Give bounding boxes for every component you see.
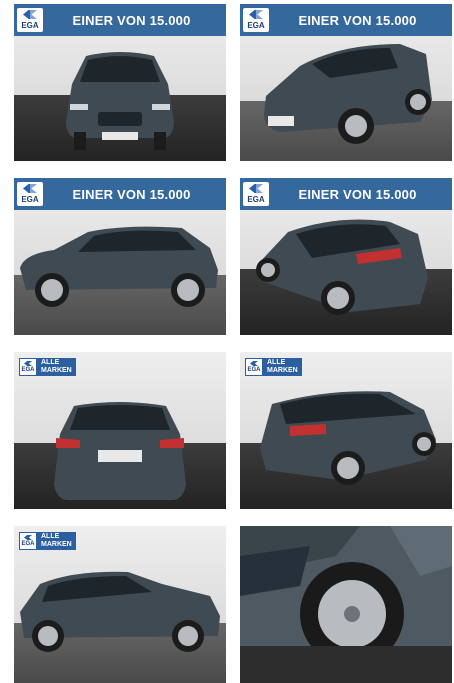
ega-logo: EGA [243, 8, 269, 32]
ega-logo: EGA [243, 182, 269, 206]
photo-rear-three-quarter-left[interactable]: EGA ALLE MARKEN [240, 352, 452, 509]
ega-logo: EGA [17, 182, 43, 206]
promo-banner-text: EINER VON 15.000 [298, 12, 417, 28]
ega-logo: EGA [17, 8, 43, 32]
promo-banner-text: EINER VON 15.000 [72, 186, 191, 202]
promo-banner: EGA EINER VON 15.000 [240, 178, 452, 210]
promo-banner-text: EINER VON 15.000 [298, 186, 417, 202]
photo-front-three-quarter[interactable]: EGA EINER VON 15.000 [240, 4, 452, 161]
photo-side[interactable]: EGA EINER VON 15.000 [14, 178, 226, 335]
alle-marken-badge: EGA ALLE MARKEN [245, 358, 302, 376]
promo-banner: EGA EINER VON 15.000 [14, 4, 226, 36]
photo-rear-three-quarter-right[interactable]: EGA EINER VON 15.000 [240, 178, 452, 335]
car-wheel-detail-image [240, 526, 452, 683]
promo-banner-text: EINER VON 15.000 [72, 12, 191, 28]
ega-logo: EGA [245, 358, 263, 376]
alle-marken-badge: EGA ALLE MARKEN [19, 532, 76, 550]
photo-side-left[interactable]: EGA ALLE MARKEN [14, 526, 226, 683]
alle-marken-badge: EGA ALLE MARKEN [19, 358, 76, 376]
photo-front[interactable]: EGA EINER VON 15.000 [14, 4, 226, 161]
promo-banner: EGA EINER VON 15.000 [14, 178, 226, 210]
photo-rear[interactable]: EGA ALLE MARKEN [14, 352, 226, 509]
promo-banner: EGA EINER VON 15.000 [240, 4, 452, 36]
ega-logo: EGA [19, 532, 37, 550]
ega-logo: EGA [19, 358, 37, 376]
photo-wheel-detail[interactable] [240, 526, 452, 683]
